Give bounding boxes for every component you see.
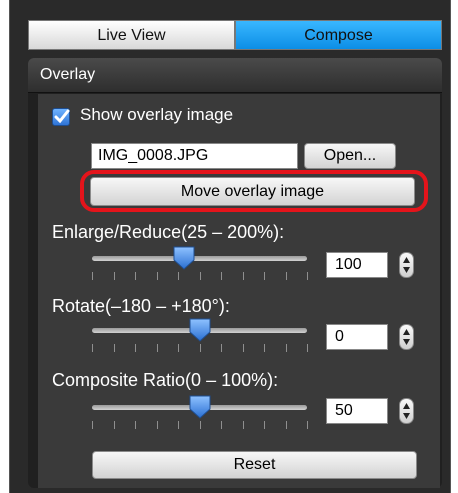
show-overlay-label: Show overlay image: [80, 105, 234, 124]
tick-mark: [114, 272, 115, 280]
tick-mark: [157, 272, 158, 280]
stepper-arrows-icon: [403, 403, 410, 419]
tick-mark: [264, 344, 265, 352]
rotate-thumb[interactable]: [188, 317, 212, 343]
tick-mark: [92, 272, 93, 280]
tick-mark: [178, 272, 179, 280]
panel-header: Overlay: [28, 58, 442, 93]
tick-mark: [114, 421, 115, 429]
tick-mark: [286, 344, 287, 352]
show-overlay-checkbox[interactable]: [52, 108, 70, 126]
tick-mark: [178, 344, 179, 352]
composite-ratio-stepper[interactable]: [399, 398, 414, 424]
move-overlay-button[interactable]: Move overlay image: [90, 177, 415, 206]
tick-mark: [200, 421, 201, 429]
tick-mark: [243, 272, 244, 280]
composite-ratio-ticks: [92, 421, 308, 431]
rotate-stepper[interactable]: [399, 324, 414, 350]
enlarge-reduce-value[interactable]: 100: [326, 252, 388, 278]
tick-mark: [135, 421, 136, 429]
composite-ratio-label: Composite Ratio(0 – 100%):: [52, 370, 279, 390]
tick-mark: [135, 344, 136, 352]
tick-mark: [114, 344, 115, 352]
tab-compose[interactable]: Compose: [235, 20, 442, 50]
enlarge-reduce-stepper[interactable]: [399, 252, 414, 278]
tick-mark: [264, 421, 265, 429]
reset-button[interactable]: Reset: [92, 451, 417, 479]
tick-mark: [264, 272, 265, 280]
tick-mark: [157, 344, 158, 352]
composite-ratio-value[interactable]: 50: [326, 398, 388, 424]
tick-mark: [243, 421, 244, 429]
stepper-arrows-icon: [403, 257, 410, 273]
tick-mark: [221, 272, 222, 280]
tick-mark: [286, 421, 287, 429]
open-button[interactable]: Open...: [304, 143, 396, 169]
enlarge-reduce-thumb[interactable]: [172, 245, 196, 271]
tick-mark: [135, 272, 136, 280]
panel-title: Overlay: [40, 66, 96, 83]
enlarge-reduce-ticks: [92, 272, 308, 282]
mode-tabs: Live View Compose: [28, 20, 442, 50]
tick-mark: [221, 421, 222, 429]
tick-mark: [286, 272, 287, 280]
stepper-arrows-icon: [403, 329, 410, 345]
tick-mark: [200, 344, 201, 352]
composite-ratio-thumb[interactable]: [188, 394, 212, 420]
tick-mark: [307, 344, 308, 352]
rotate-label: Rotate(–180 – +180°):: [52, 296, 230, 316]
rotate-ticks: [92, 344, 308, 354]
tick-mark: [92, 344, 93, 352]
checkmark-icon: [54, 109, 70, 124]
enlarge-reduce-label: Enlarge/Reduce(25 – 200%):: [52, 222, 285, 242]
tick-mark: [307, 272, 308, 280]
rotate-value[interactable]: 0: [326, 324, 388, 350]
tick-mark: [157, 421, 158, 429]
tick-mark: [221, 344, 222, 352]
tick-mark: [92, 421, 93, 429]
enlarge-reduce-track[interactable]: [92, 256, 307, 261]
tick-mark: [178, 421, 179, 429]
tab-live-view[interactable]: Live View: [28, 20, 235, 50]
overlay-filename-field[interactable]: IMG_0008.JPG: [91, 143, 298, 169]
tick-mark: [243, 344, 244, 352]
tick-mark: [200, 272, 201, 280]
tick-mark: [307, 421, 308, 429]
